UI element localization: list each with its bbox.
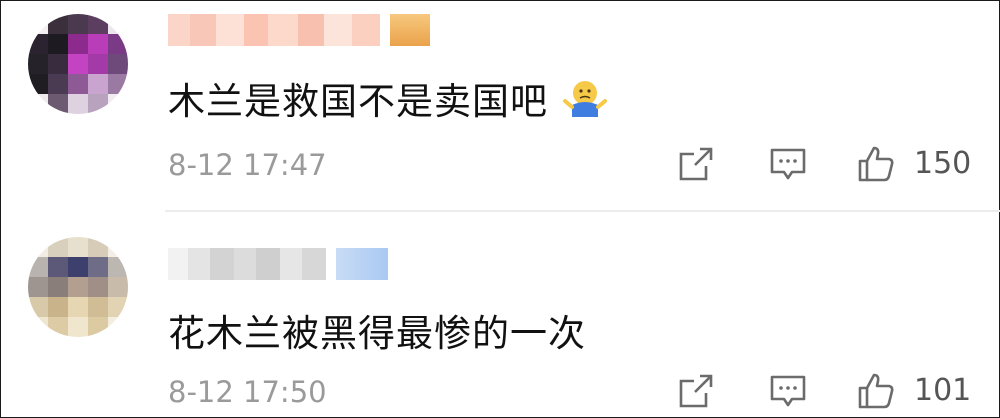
vip-badge xyxy=(336,248,388,280)
comment-timestamp: 8-12 17:50 xyxy=(168,375,327,409)
thumbs-up-icon[interactable] xyxy=(856,144,896,184)
like-count: 101 xyxy=(914,373,972,408)
comment-timestamp: 8-12 17:47 xyxy=(168,148,327,182)
comment-text: 花木兰被黑得最惨的一次 xyxy=(168,304,586,356)
share-icon[interactable] xyxy=(676,371,716,411)
comment-text-content: 木兰是救国不是卖国吧 xyxy=(168,80,548,123)
like-count: 150 xyxy=(914,146,972,181)
comment-item: 花木兰被黑得最惨的一次 8-12 17:50 101 xyxy=(0,212,1000,418)
comment-icon[interactable] xyxy=(768,144,808,184)
shrug-emoji xyxy=(563,81,607,117)
comment-text-content: 花木兰被黑得最惨的一次 xyxy=(168,312,586,355)
comment-icon[interactable] xyxy=(768,371,808,411)
vip-badge xyxy=(390,14,430,46)
username[interactable] xyxy=(168,10,430,50)
username[interactable] xyxy=(168,244,388,284)
avatar[interactable] xyxy=(28,14,128,114)
comment-item: 木兰是救国不是卖国吧 8-12 17:47 150 xyxy=(0,0,1000,210)
avatar[interactable] xyxy=(28,237,128,337)
share-icon[interactable] xyxy=(676,144,716,184)
comment-text: 木兰是救国不是卖国吧 xyxy=(168,72,608,124)
thumbs-up-icon[interactable] xyxy=(856,371,896,411)
